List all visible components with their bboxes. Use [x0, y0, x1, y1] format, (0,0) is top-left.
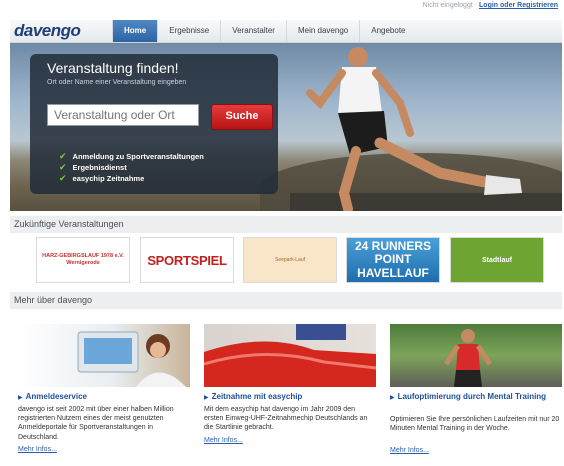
card-image-mental-training [390, 324, 562, 387]
card-text: davengo ist seit 2002 mit über einer hal… [18, 406, 174, 441]
main-tabs: Home Ergebnisse Veranstalter Mein daveng… [112, 20, 417, 42]
event-logo-text: 24 RUNNERS POINT HAVELLAUF [354, 239, 432, 280]
search-input[interactable] [47, 104, 199, 126]
feature-item: ✔ easychip Zeitnahme [59, 173, 144, 184]
triangle-right-icon: ▶ [390, 395, 395, 401]
event-logo[interactable]: 24 RUNNERS POINT HAVELLAUF [346, 237, 440, 283]
login-status-text: Nicht eingeloggt [422, 2, 473, 9]
event-logo-text: HARZ-GEBIRGSLAUF 1978 e.V. Wernigerode [42, 252, 124, 266]
feature-item: ✔ Anmeldung zu Sportveranstaltungen [59, 151, 204, 162]
check-icon: ✔ [59, 173, 67, 183]
search-title: Veranstaltung finden! [47, 60, 179, 76]
card-more-link[interactable]: Mehr Infos... [18, 446, 57, 453]
event-logo[interactable]: Seepark-Lauf [243, 237, 337, 283]
event-logo[interactable]: HARZ-GEBIRGSLAUF 1978 e.V. Wernigerode [36, 237, 130, 283]
event-logo[interactable]: SPORTSPIEL [140, 237, 234, 283]
triangle-right-icon: ▶ [204, 395, 209, 401]
triangle-right-icon: ▶ [18, 395, 23, 401]
card-title-label: Laufoptimierung durch Mental Training [397, 392, 547, 401]
card-image-anmeldeservice [18, 324, 190, 387]
check-icon: ✔ [59, 162, 67, 172]
card-text: Mit dem easychip hat davengo im Jahr 200… [204, 406, 368, 432]
site-logo[interactable]: davengo [14, 21, 81, 41]
card-title-label: Zeitnahme mit easychip [211, 392, 303, 401]
card-more-link[interactable]: Mehr Infos... [390, 447, 429, 454]
tab-veranstalter[interactable]: Veranstalter [220, 20, 286, 42]
feature-label: Ergebnisdienst [72, 163, 127, 172]
card-title-label: Anmeldeservice [25, 392, 87, 401]
card-title[interactable]: ▶ Zeitnahme mit easychip [204, 392, 376, 402]
card-more-link[interactable]: Mehr Infos... [204, 437, 243, 444]
info-card: ▶ Anmeldeservice davengo ist seit 2002 mi… [14, 318, 194, 466]
tab-home[interactable]: Home [112, 20, 158, 42]
event-logo-text: Seepark-Lauf [274, 257, 306, 263]
tab-mein-davengo[interactable]: Mein davengo [285, 20, 359, 42]
events-heading: Zukünftige Veranstaltungen [10, 216, 562, 233]
check-icon: ✔ [59, 151, 67, 161]
login-separator: · [474, 2, 478, 9]
login-link[interactable]: Login oder Registrieren [479, 2, 558, 9]
event-logo[interactable]: Stadtlauf [450, 237, 544, 283]
tab-angebote[interactable]: Angebote [359, 20, 416, 42]
event-logo-text: SPORTSPIEL [147, 252, 227, 268]
info-card: ▶ Zeitnahme mit easychip Mit dem easychip… [200, 318, 380, 466]
feature-label: Anmeldung zu Sportveranstaltungen [72, 152, 204, 161]
top-bar: Nicht eingeloggt · Login oder Registrier… [0, 0, 564, 16]
info-card: ▶ Laufoptimierung durch Mental Training O… [386, 318, 564, 466]
card-text: Optimieren Sie Ihre persönlichen Laufzei… [390, 416, 560, 433]
feature-label: easychip Zeitnahme [72, 174, 145, 183]
runner-image [306, 47, 522, 211]
feature-item: ✔ Ergebnisdienst [59, 162, 127, 173]
card-image-easychip [204, 324, 376, 387]
card-title[interactable]: ▶ Anmeldeservice [18, 392, 190, 402]
event-logo-text: Stadtlauf [482, 256, 512, 264]
search-subtitle: Ort oder Name einer Veranstaltung eingeb… [47, 79, 187, 86]
more-heading: Mehr über davengo [10, 292, 562, 309]
search-button[interactable]: Suche [211, 104, 273, 130]
card-title[interactable]: ▶ Laufoptimierung durch Mental Training [390, 392, 562, 402]
tab-ergebnisse[interactable]: Ergebnisse [157, 20, 220, 42]
login-status: Nicht eingeloggt · Login oder Registrier… [423, 2, 558, 9]
